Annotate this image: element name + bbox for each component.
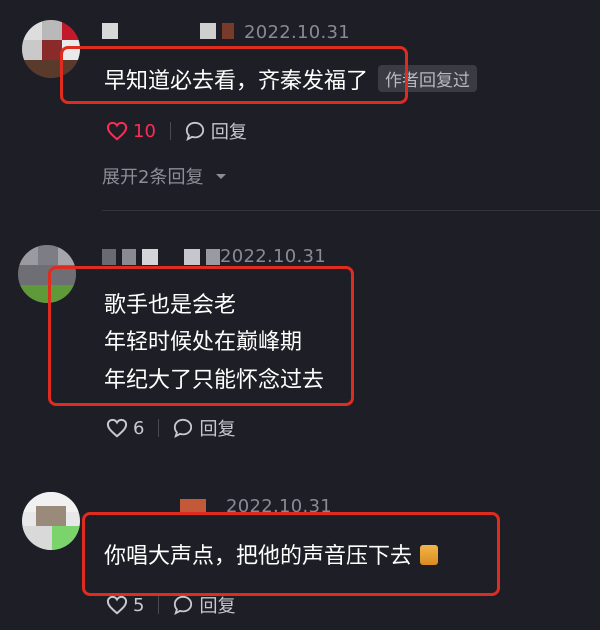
comment-bubble-icon — [174, 595, 193, 615]
comment-actions: 5 回复 — [106, 592, 235, 618]
like-button[interactable]: 5 — [106, 595, 144, 616]
reply-label: 回复 — [199, 596, 236, 617]
divider — [158, 596, 160, 614]
comment-3: 2022.10.31 你唱大声点，把他的声音压下去 5 回复 — [0, 0, 600, 630]
highlight-box — [82, 512, 500, 596]
heart-icon — [106, 595, 128, 615]
reply-button[interactable]: 回复 — [173, 592, 235, 618]
avatar[interactable] — [22, 492, 80, 550]
like-count: 5 — [133, 594, 145, 616]
